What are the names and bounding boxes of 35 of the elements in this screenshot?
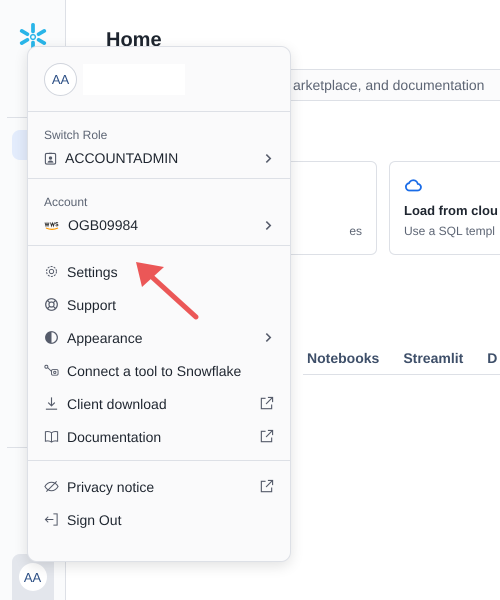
menu-item[interactable]: Client download: [28, 387, 290, 420]
card[interactable]: Load from clou Use a SQL templ: [389, 161, 500, 255]
page-title: Home: [106, 29, 163, 52]
section-label: Switch Role: [43, 128, 108, 142]
section-label: Account: [43, 195, 88, 209]
download-icon: [44, 396, 59, 411]
user-button[interactable]: AA: [12, 554, 54, 600]
chevron-right-icon: [265, 220, 272, 230]
menu-item[interactable]: Connect a tool to Snowflake: [28, 354, 290, 387]
cloud-icon: [404, 178, 422, 192]
card-description: Use a SQL templ: [404, 224, 496, 238]
menu-item[interactable]: Settings: [28, 255, 290, 288]
avatar: AA: [44, 62, 77, 96]
id-badge-icon: [44, 152, 57, 164]
book-icon: [44, 429, 59, 444]
tab[interactable]: Streamlit: [399, 350, 468, 366]
lifebuoy-icon: [44, 297, 59, 312]
tab[interactable]: Notebooks: [303, 350, 384, 366]
menu-item[interactable]: Documentation: [28, 420, 290, 453]
sign-out-icon: [44, 512, 59, 527]
chevron-right-icon: [265, 152, 272, 164]
gear-icon: [44, 264, 59, 279]
eye-off-icon: [44, 479, 59, 494]
menu-item[interactable]: Privacy notice: [28, 470, 290, 503]
connector-icon: [44, 363, 59, 378]
card-description: es: [349, 224, 362, 238]
annotation-arrow: [134, 259, 200, 321]
aws-logo-icon: [44, 220, 60, 230]
avatar: AA: [18, 563, 46, 591]
menu-item[interactable]: Appearance: [28, 321, 290, 354]
half-circle-icon: [44, 330, 59, 345]
menu-item[interactable]: Sign Out: [28, 503, 290, 536]
menu-item[interactable]: Support: [28, 288, 290, 321]
card-title: Load from clou: [404, 203, 499, 220]
tab[interactable]: D: [483, 350, 500, 366]
